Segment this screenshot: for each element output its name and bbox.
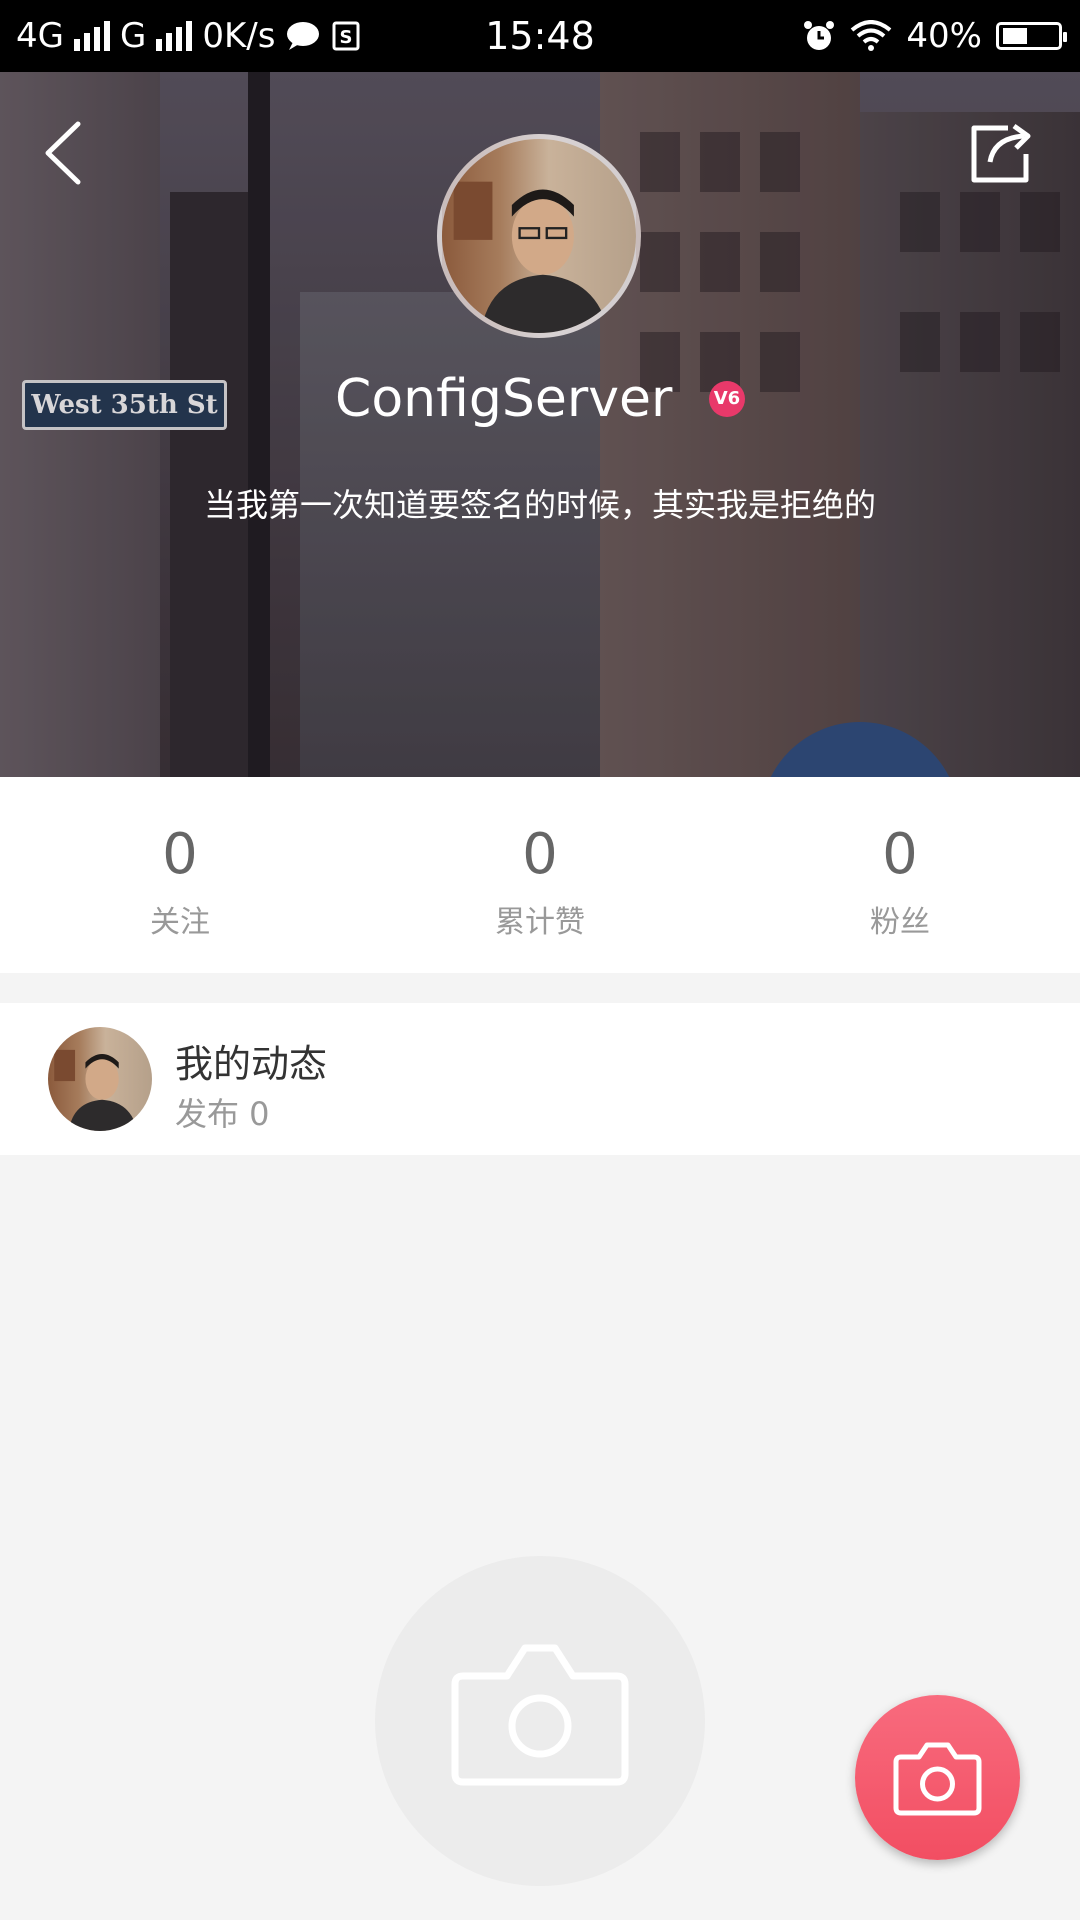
stats-panel: 0 关注 0 累计赞 0 粉丝 [0, 777, 1080, 973]
moments-title: 我的动态 [175, 1042, 328, 1086]
wifi-icon [851, 20, 892, 51]
stat-label: 累计赞 [495, 905, 585, 940]
stat-fans[interactable]: 0 粉丝 [720, 827, 1080, 941]
stat-label: 粉丝 [870, 905, 930, 940]
moments-avatar [48, 1027, 152, 1131]
camera-icon [451, 1644, 629, 1786]
stat-value: 0 [882, 822, 918, 887]
back-chevron-icon [45, 121, 81, 185]
stat-label: 关注 [150, 905, 210, 940]
username-row: ConfigServer V6 [0, 366, 1080, 429]
moments-count: 发布 0 [175, 1095, 270, 1133]
stat-value: 0 [162, 822, 198, 887]
empty-state-camera [375, 1556, 705, 1886]
publish-camera-button[interactable] [855, 1695, 1020, 1860]
my-moments-row[interactable]: 我的动态 发布 0 [0, 1003, 1080, 1155]
battery-icon [996, 22, 1067, 50]
camera-icon [893, 1742, 982, 1816]
stat-likes[interactable]: 0 累计赞 [360, 827, 720, 941]
status-right: 40% [802, 0, 1067, 72]
person-photo-icon [54, 1049, 138, 1131]
vip-level-badge: V6 [708, 381, 745, 417]
stat-value: 0 [522, 822, 558, 887]
profile-avatar[interactable] [437, 134, 641, 338]
person-photo-icon [453, 181, 609, 333]
profile-signature: 当我第一次知道要签名的时候，其实我是拒绝的 [203, 486, 876, 524]
status-bar: 4G G 0K/s S 15:48 40% [0, 0, 1080, 72]
battery-percent: 40% [906, 16, 982, 56]
share-icon [971, 123, 1031, 183]
back-button[interactable] [38, 118, 88, 188]
share-button[interactable] [968, 118, 1036, 186]
alarm-icon [804, 21, 835, 50]
username: ConfigServer [335, 369, 673, 429]
stat-following[interactable]: 0 关注 [0, 827, 360, 941]
